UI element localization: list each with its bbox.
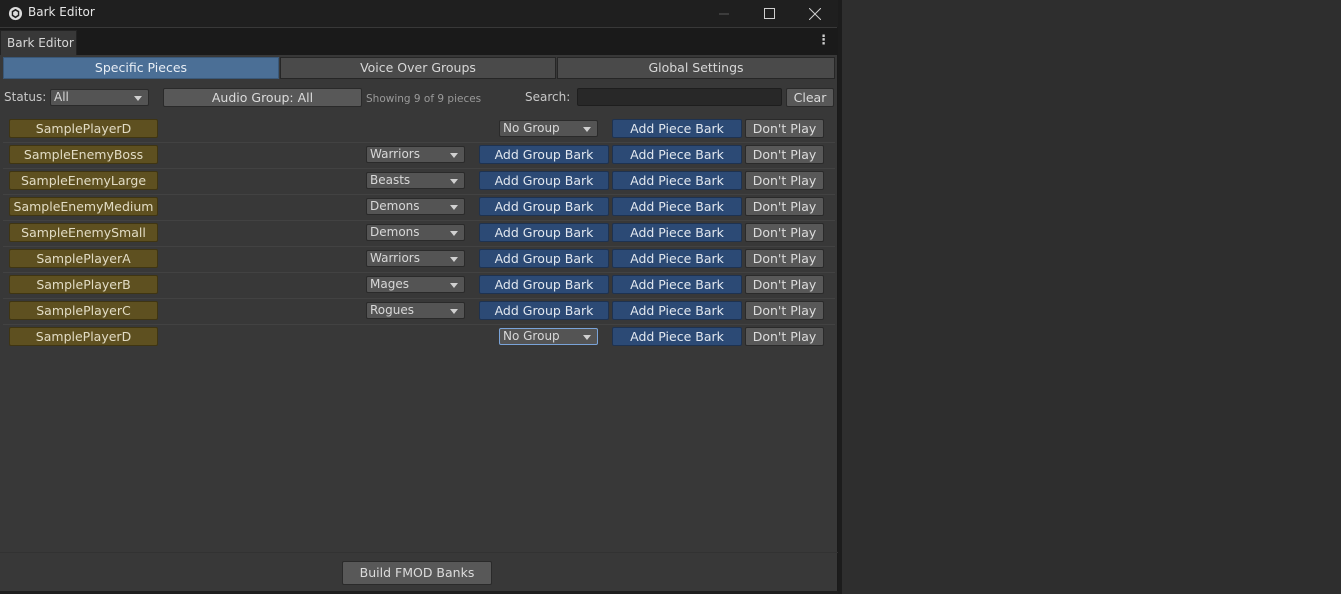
row-divider xyxy=(3,220,835,221)
piece-button[interactable]: SampleEnemyLarge xyxy=(9,171,158,190)
window-splitter[interactable] xyxy=(838,0,842,594)
search-input[interactable] xyxy=(577,88,782,106)
group-value: Warriors xyxy=(370,251,420,265)
dont-play-button[interactable]: Don't Play xyxy=(745,249,824,268)
chevron-down-icon xyxy=(134,96,142,101)
add-group-bark-button[interactable]: Add Group Bark xyxy=(479,301,609,320)
close-button[interactable] xyxy=(792,0,838,27)
minimize-button[interactable] xyxy=(701,0,747,27)
dont-play-button[interactable]: Don't Play xyxy=(745,197,824,216)
row-divider xyxy=(3,194,835,195)
vo-group-value: No Group xyxy=(503,121,560,135)
showing-count-text: Showing 9 of 9 pieces xyxy=(366,93,482,105)
group-dropdown[interactable]: Beasts xyxy=(366,172,465,189)
add-piece-bark-button[interactable]: Add Piece Bark xyxy=(612,119,742,138)
piece-button[interactable]: SampleEnemyMedium xyxy=(9,197,158,216)
piece-button[interactable]: SamplePlayerC xyxy=(9,301,158,320)
piece-button[interactable]: SamplePlayerD xyxy=(9,119,158,138)
tab-global-settings[interactable]: Global Settings xyxy=(557,57,835,79)
add-piece-bark-button[interactable]: Add Piece Bark xyxy=(612,171,742,190)
row-divider xyxy=(3,324,835,325)
add-piece-bark-button[interactable]: Add Piece Bark xyxy=(612,301,742,320)
close-icon xyxy=(809,7,821,20)
group-value: Demons xyxy=(370,225,420,239)
piece-button[interactable]: SamplePlayerA xyxy=(9,249,158,268)
group-value: Rogues xyxy=(370,303,414,317)
add-group-bark-button[interactable]: Add Group Bark xyxy=(479,145,609,164)
piece-button[interactable]: SamplePlayerB xyxy=(9,275,158,294)
unity-logo-icon xyxy=(8,6,23,21)
add-group-bark-button[interactable]: Add Group Bark xyxy=(479,275,609,294)
group-value: Warriors xyxy=(370,147,420,161)
add-group-bark-button[interactable]: Add Group Bark xyxy=(479,197,609,216)
background-panel xyxy=(842,0,1341,594)
tab-voice-over-groups[interactable]: Voice Over Groups xyxy=(280,57,556,79)
footer-divider xyxy=(0,552,838,553)
dont-play-button[interactable]: Don't Play xyxy=(745,223,824,242)
group-dropdown[interactable]: Rogues xyxy=(366,302,465,319)
dont-play-button[interactable]: Don't Play xyxy=(745,171,824,190)
add-piece-bark-button[interactable]: Add Piece Bark xyxy=(612,275,742,294)
group-value: Beasts xyxy=(370,173,411,187)
chevron-down-icon xyxy=(583,127,591,132)
chevron-down-icon xyxy=(450,153,458,158)
add-piece-bark-button[interactable]: Add Piece Bark xyxy=(612,223,742,242)
status-dropdown[interactable]: All xyxy=(50,89,149,106)
status-value: All xyxy=(54,90,69,104)
search-label: Search: xyxy=(525,90,571,104)
add-group-bark-button[interactable]: Add Group Bark xyxy=(479,171,609,190)
window-title: Bark Editor xyxy=(28,5,95,19)
add-piece-bark-button[interactable]: Add Piece Bark xyxy=(612,197,742,216)
add-piece-bark-button[interactable]: Add Piece Bark xyxy=(612,249,742,268)
row-divider xyxy=(3,298,835,299)
dont-play-button[interactable]: Don't Play xyxy=(745,327,824,346)
add-group-bark-button[interactable]: Add Group Bark xyxy=(479,223,609,242)
group-dropdown[interactable]: Warriors xyxy=(366,250,465,267)
group-dropdown[interactable]: Demons xyxy=(366,224,465,241)
row-divider xyxy=(3,246,835,247)
row-divider xyxy=(3,272,835,273)
chevron-down-icon xyxy=(450,283,458,288)
title-bar: Bark Editor xyxy=(0,0,838,27)
build-fmod-banks-button[interactable]: Build FMOD Banks xyxy=(342,561,492,585)
piece-button[interactable]: SampleEnemySmall xyxy=(9,223,158,242)
chevron-down-icon xyxy=(450,179,458,184)
row-divider xyxy=(3,142,835,143)
group-dropdown[interactable]: Demons xyxy=(366,198,465,215)
minimize-icon xyxy=(719,13,729,14)
dont-play-button[interactable]: Don't Play xyxy=(745,301,824,320)
chevron-down-icon xyxy=(450,257,458,262)
vo-group-value: No Group xyxy=(503,329,560,343)
group-dropdown[interactable]: Mages xyxy=(366,276,465,293)
group-value: Demons xyxy=(370,199,420,213)
tab-specific-pieces[interactable]: Specific Pieces xyxy=(3,57,279,79)
maximize-icon xyxy=(763,8,775,19)
vo-group-dropdown[interactable]: No Group xyxy=(499,120,598,137)
chevron-down-icon xyxy=(450,205,458,210)
add-piece-bark-button[interactable]: Add Piece Bark xyxy=(612,145,742,164)
row-divider xyxy=(3,168,835,169)
audio-group-button[interactable]: Audio Group: All xyxy=(163,88,362,107)
bark-editor-window: Bark Editor Bark Editor ⋮ Specific Piece… xyxy=(0,0,838,592)
piece-button[interactable]: SamplePlayerD xyxy=(9,327,158,346)
dont-play-button[interactable]: Don't Play xyxy=(745,275,824,294)
dont-play-button[interactable]: Don't Play xyxy=(745,145,824,164)
status-label: Status: xyxy=(4,90,47,104)
add-group-bark-button[interactable]: Add Group Bark xyxy=(479,249,609,268)
chevron-down-icon xyxy=(450,309,458,314)
dock-tab-bark-editor[interactable]: Bark Editor xyxy=(0,30,77,55)
dock-tab-strip: Bark Editor ⋮ xyxy=(0,28,838,55)
chevron-down-icon xyxy=(450,231,458,236)
piece-button[interactable]: SampleEnemyBoss xyxy=(9,145,158,164)
group-value: Mages xyxy=(370,277,409,291)
vo-group-dropdown[interactable]: No Group xyxy=(499,328,598,345)
add-piece-bark-button[interactable]: Add Piece Bark xyxy=(612,327,742,346)
more-options-icon[interactable]: ⋮ xyxy=(817,33,830,48)
dont-play-button[interactable]: Don't Play xyxy=(745,119,824,138)
group-dropdown[interactable]: Warriors xyxy=(366,146,465,163)
chevron-down-icon xyxy=(583,335,591,340)
maximize-button[interactable] xyxy=(746,0,792,27)
clear-button[interactable]: Clear xyxy=(786,88,834,107)
